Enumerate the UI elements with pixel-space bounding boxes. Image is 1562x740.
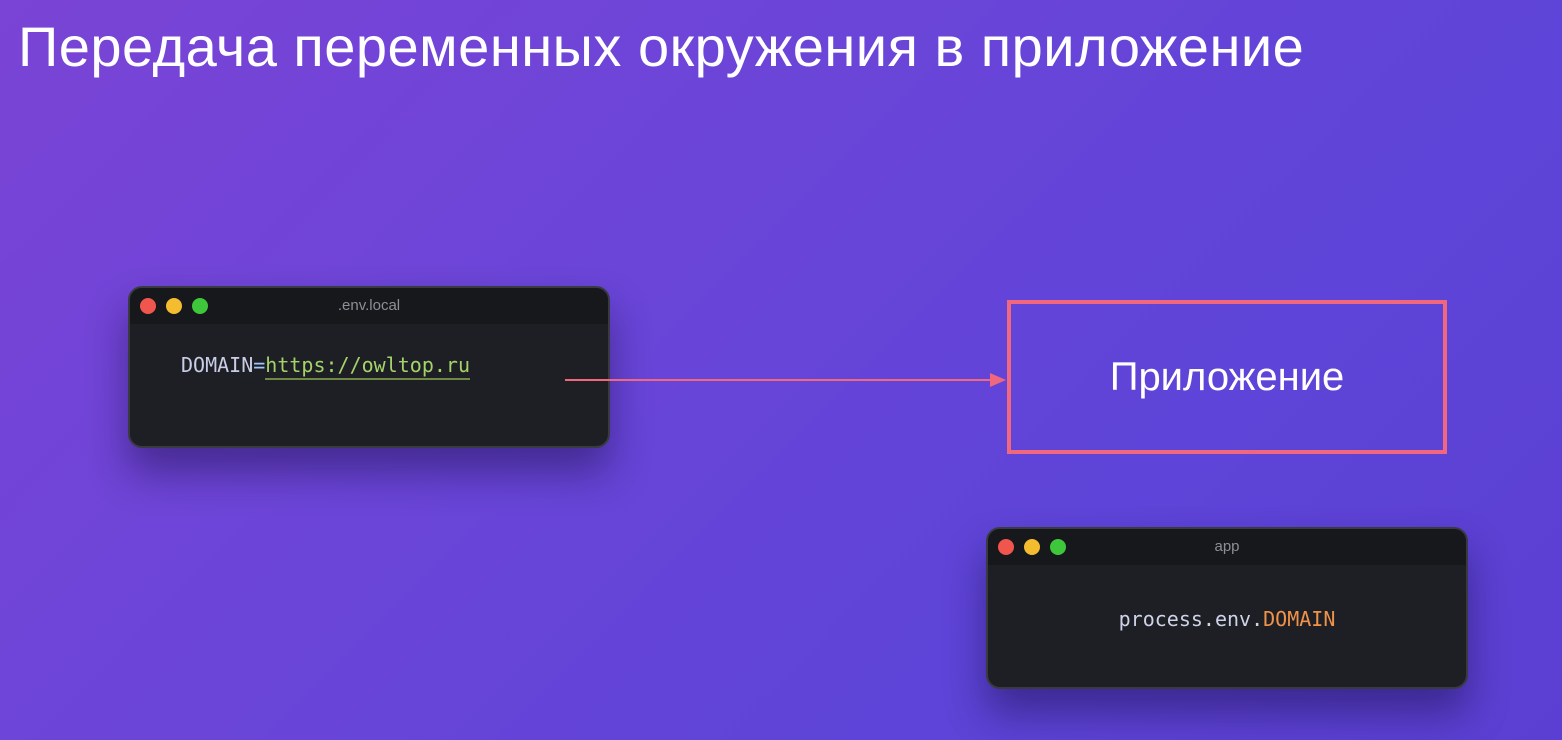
application-box: Приложение [1007,300,1447,454]
application-label: Приложение [1109,354,1345,399]
env-property-name: DOMAIN [1263,607,1336,631]
window-titlebar: app [988,529,1466,565]
env-file-window: .env.local DOMAIN=https://owltop.ru [128,286,610,448]
env-variable-name: DOMAIN [181,353,254,377]
arrow-connector [565,373,1006,387]
app-code-window: app process.env.DOMAIN [986,527,1468,689]
window-title: app [1214,538,1240,555]
process-env-object: process.env. [1118,607,1264,631]
window-titlebar: .env.local [130,288,608,324]
equals-sign: = [253,353,266,377]
code-line: process.env.DOMAIN [988,607,1466,631]
code-body: process.env.DOMAIN [988,565,1466,687]
arrow-head-icon [990,373,1006,387]
slide-title: Передача переменных окружения в приложен… [18,15,1305,78]
code-line: DOMAIN=https://owltop.ru [181,353,470,380]
code-body: DOMAIN=https://owltop.ru [130,324,608,446]
window-title: .env.local [337,297,401,314]
env-variable-value: https://owltop.ru [265,353,470,380]
